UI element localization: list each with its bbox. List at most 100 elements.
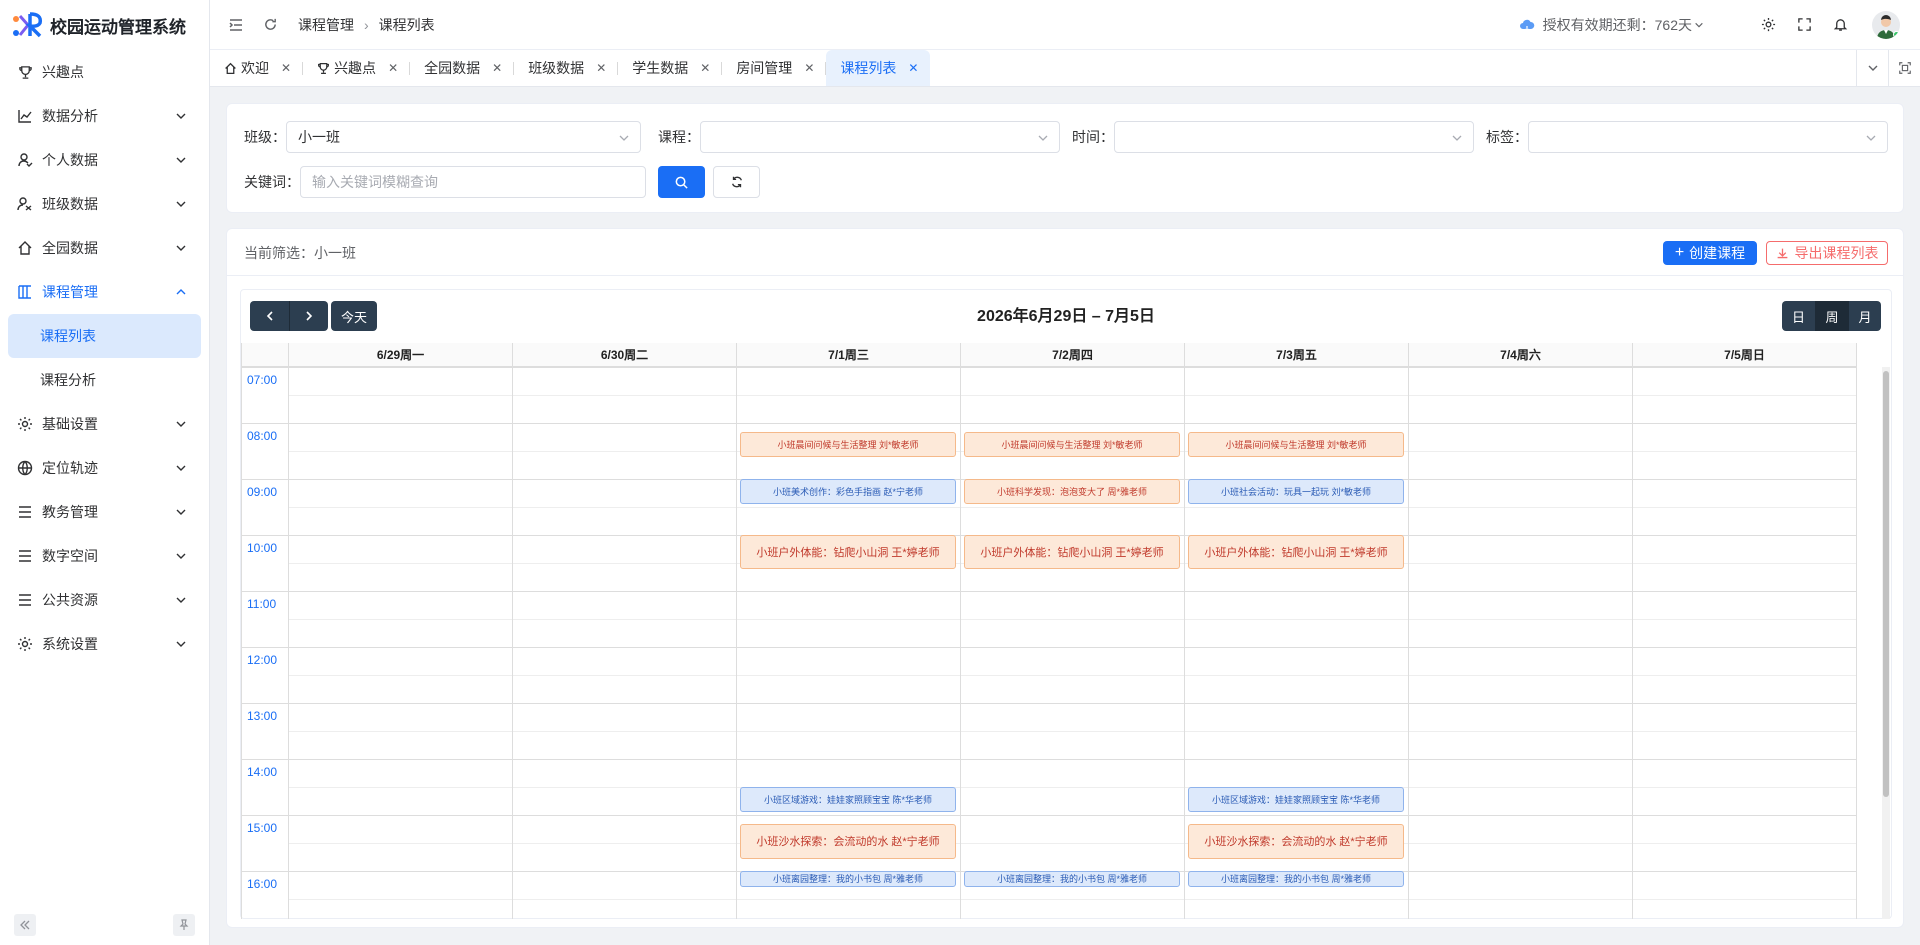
course-event[interactable]: 小班离园整理：我的小书包 周*雅老师 <box>1188 871 1404 887</box>
plus-icon: + <box>1674 244 1685 261</box>
course-event[interactable]: 小班户外体能：钻爬小山洞 王*婷老师 <box>1188 535 1404 570</box>
course-event[interactable]: 小班离园整理：我的小书包 周*雅老师 <box>740 871 956 887</box>
sidebar-item-basic-settings[interactable]: 基础设置 <box>0 402 209 446</box>
sidebar-item-public-resources[interactable]: 公共资源 <box>0 578 209 622</box>
tab-interest[interactable]: 兴趣点 ✕ <box>303 50 411 86</box>
course-event[interactable]: 小班户外体能：钻爬小山洞 王*婷老师 <box>964 535 1180 570</box>
export-course-button[interactable]: 导出课程列表 <box>1766 241 1888 265</box>
tab-campus-data[interactable]: 全园数据 ✕ <box>410 50 515 86</box>
reset-button[interactable] <box>713 166 760 198</box>
tab-label: 学生数据 <box>632 60 689 76</box>
collapse-sidebar-icon[interactable] <box>14 914 36 936</box>
sidebar-item-interest[interactable]: 兴趣点 <box>0 50 209 94</box>
sidebar-item-campus[interactable]: 全园数据 <box>0 226 209 270</box>
time-select[interactable] <box>1114 121 1474 153</box>
tabs-fullscreen-icon[interactable] <box>1888 50 1920 86</box>
view-week-button[interactable]: 周 <box>1815 301 1848 331</box>
breadcrumb: 课程管理 › 课程列表 <box>298 15 435 35</box>
create-course-button[interactable]: + 创建课程 <box>1663 241 1757 265</box>
sidebar-item-label: 定位轨迹 <box>42 460 98 476</box>
home-icon <box>224 62 237 75</box>
tab-course-list[interactable]: 课程列表 ✕ <box>826 50 931 86</box>
course-event[interactable]: 小班社会活动：玩具一起玩 刘*敏老师 <box>1188 479 1404 504</box>
view-day-button[interactable]: 日 <box>1782 301 1815 331</box>
tab-class-data[interactable]: 班级数据 ✕ <box>514 50 619 86</box>
tab-welcome[interactable]: 欢迎 ✕ <box>210 50 304 86</box>
refresh-icon[interactable] <box>260 15 280 35</box>
bell-icon[interactable] <box>1830 15 1850 35</box>
day-column-line <box>1632 343 1633 919</box>
pin-icon[interactable] <box>173 914 195 936</box>
day-header: 7/5周日 <box>1633 343 1857 367</box>
course-event[interactable]: 小班户外体能：钻爬小山洞 王*婷老师 <box>740 535 956 570</box>
course-event-title: 小班离园整理：我的小书包 周*雅老师 <box>1220 874 1371 885</box>
course-event[interactable]: 小班区域游戏：娃娃家照顾宝宝 陈*华老师 <box>1188 787 1404 812</box>
search-button[interactable] <box>658 166 705 198</box>
keyword-input[interactable]: 输入关键词模糊查询 <box>300 166 646 198</box>
filter-time: 时间： <box>1072 121 1474 153</box>
sidebar-item-digital-space[interactable]: 数字空间 <box>0 534 209 578</box>
tag-select[interactable] <box>1528 121 1888 153</box>
sidebar-item-class[interactable]: 班级数据 <box>0 182 209 226</box>
sidebar-subitem-course-analysis[interactable]: 课程分析 <box>0 358 209 402</box>
app-title: 校园运动管理系统 <box>50 17 186 37</box>
course-event[interactable]: 小班美术创作：彩色手指画 赵*宁老师 <box>740 479 956 504</box>
sidebar-item-label: 课程管理 <box>42 284 98 300</box>
close-icon[interactable]: ✕ <box>804 62 814 74</box>
day-header: 7/1周三 <box>737 343 961 367</box>
tab-label: 兴趣点 <box>334 60 377 76</box>
menu-fold-icon[interactable] <box>226 15 246 35</box>
sidebar-item-analysis[interactable]: 数据分析 <box>0 94 209 138</box>
close-icon[interactable]: ✕ <box>700 62 710 74</box>
close-icon[interactable]: ✕ <box>596 62 606 74</box>
sidebar-subitem-label: 课程分析 <box>40 372 96 388</box>
cloud-icon <box>1519 19 1534 32</box>
sidebar-item-label: 公共资源 <box>42 592 98 608</box>
course-event[interactable]: 小班晨间问候与生活整理 刘*敏老师 <box>964 432 1180 458</box>
chevron-down-icon <box>176 641 186 647</box>
scrollbar-thumb[interactable] <box>1883 371 1889 797</box>
tab-student-data[interactable]: 学生数据 ✕ <box>618 50 723 86</box>
course-event[interactable]: 小班晨间问候与生活整理 刘*敏老师 <box>740 432 956 458</box>
license-indicator[interactable]: 授权有效期还剩：762天 <box>1519 15 1704 35</box>
breadcrumb-item[interactable]: 课程管理 <box>298 15 354 35</box>
course-event[interactable]: 小班沙水探索：会流动的水 赵*宁老师 <box>740 824 956 859</box>
sidebar-item-course[interactable]: 课程管理 <box>0 270 209 314</box>
tab-room-management[interactable]: 房间管理 ✕ <box>722 50 827 86</box>
close-icon[interactable]: ✕ <box>908 62 918 74</box>
close-icon[interactable]: ✕ <box>281 62 291 74</box>
calendar-grid: 6/29周一 6/30周二 7/1周三 7/2周四 7/3周五 7/4周六 7/5周日 07:… <box>241 343 1891 919</box>
gear-icon[interactable] <box>1758 15 1778 35</box>
avatar[interactable] <box>1872 10 1900 39</box>
list-icon <box>16 503 34 521</box>
day-column-line <box>1856 343 1857 919</box>
sidebar-item-system-settings[interactable]: 系统设置 <box>0 622 209 666</box>
sidebar-item-academic[interactable]: 教务管理 <box>0 490 209 534</box>
tabs-dropdown-icon[interactable] <box>1856 50 1888 86</box>
course-event[interactable]: 小班科学发现：泡泡变大了 周*雅老师 <box>964 479 1180 504</box>
sidebar-item-location[interactable]: 定位轨迹 <box>0 446 209 490</box>
calendar-scrollbar[interactable] <box>1882 367 1890 919</box>
chevron-down-icon <box>176 113 186 119</box>
course-select[interactable] <box>700 121 1060 153</box>
half-hour-line <box>289 843 1857 844</box>
course-event-title: 小班晨间问候与生活整理 刘*敏老师 <box>1225 440 1367 451</box>
course-event[interactable]: 小班区域游戏：娃娃家照顾宝宝 陈*华老师 <box>740 787 956 812</box>
time-slot-label: 07:00 <box>247 373 278 387</box>
keyword-label: 关键词： <box>244 174 300 190</box>
sidebar-item-personal[interactable]: 个人数据 <box>0 138 209 182</box>
tab-label: 全园数据 <box>424 60 481 76</box>
day-header: 6/29周一 <box>289 343 513 367</box>
view-month-button[interactable]: 月 <box>1848 301 1881 331</box>
course-event[interactable]: 小班沙水探索：会流动的水 赵*宁老师 <box>1188 824 1404 859</box>
fullscreen-icon[interactable] <box>1794 15 1814 35</box>
filter-class: 班级： 小一班 <box>244 121 641 153</box>
close-icon[interactable]: ✕ <box>492 62 502 74</box>
day-column-line <box>1184 343 1185 919</box>
close-icon[interactable]: ✕ <box>388 62 398 74</box>
course-event-title: 小班户外体能：钻爬小山洞 王*婷老师 <box>756 547 940 560</box>
class-select[interactable]: 小一班 <box>286 121 641 153</box>
sidebar-subitem-course-list[interactable]: 课程列表 <box>8 314 201 358</box>
course-event[interactable]: 小班离园整理：我的小书包 周*雅老师 <box>964 871 1180 887</box>
course-event[interactable]: 小班晨间问候与生活整理 刘*敏老师 <box>1188 432 1404 458</box>
